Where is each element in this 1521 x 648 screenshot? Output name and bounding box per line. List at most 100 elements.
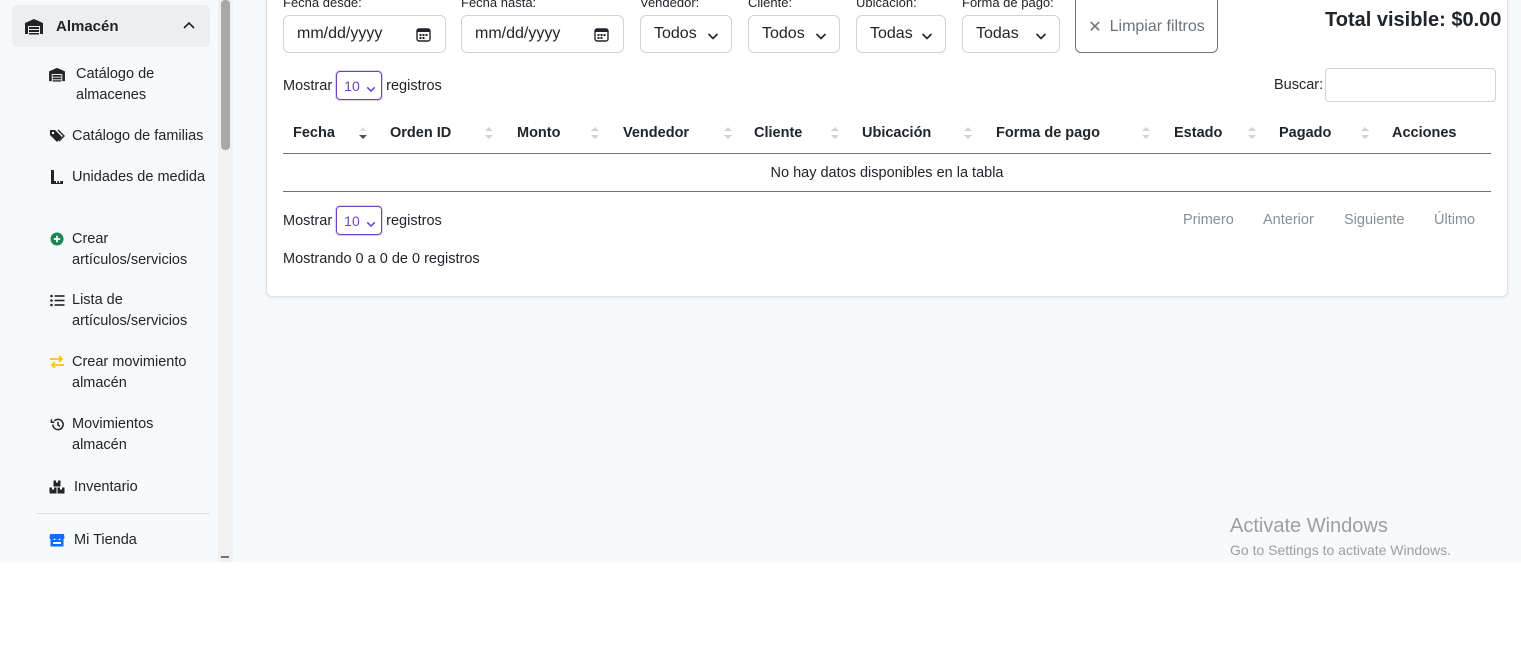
date-to-placeholder: mm/dd/yyyy — [475, 25, 561, 42]
chevron-down-icon — [366, 216, 376, 232]
sidebar-item-inventario[interactable]: Inventario — [48, 477, 208, 498]
sidebar-divider — [36, 513, 210, 514]
seller-label: Vendedor: — [640, 0, 700, 10]
arrows-exchange-icon — [48, 353, 66, 371]
total-visible: Total visible: $0.00 — [1325, 9, 1502, 31]
sort-icon — [591, 127, 599, 139]
chevron-down-icon — [707, 29, 719, 47]
table-search: Buscar: — [1274, 68, 1497, 102]
pagination-previous[interactable]: Anterior — [1263, 212, 1314, 228]
column-header-orden-id[interactable]: Orden ID — [390, 114, 451, 152]
column-header-estado[interactable]: Estado — [1174, 114, 1222, 152]
sidebar-item-catalogo-almacenes[interactable]: Catálogo de almacenes — [48, 64, 208, 106]
clear-filters-button[interactable]: ✕ Limpiar filtros — [1075, 0, 1218, 53]
client-select[interactable]: Todos — [748, 15, 840, 53]
pagination-next[interactable]: Siguiente — [1344, 212, 1404, 228]
chevron-down-icon — [1035, 29, 1047, 47]
sort-icon — [1361, 127, 1369, 139]
table-empty-row: No hay datos disponibles en la tabla — [283, 154, 1491, 192]
warehouse-icon — [24, 17, 44, 35]
sidebar-item-label: Inventario — [74, 479, 138, 495]
show-label: Mostrar — [283, 212, 333, 229]
payment-label: Forma de pago: — [962, 0, 1054, 10]
column-header-monto[interactable]: Monto — [517, 114, 560, 152]
column-header-acciones: Acciones — [1392, 125, 1457, 141]
sort-icon — [1248, 127, 1256, 139]
sidebar-item-label: Crear movimiento almacén — [72, 354, 187, 391]
watermark-subtitle: Go to Settings to activate Windows. — [1230, 542, 1451, 558]
chevron-down-icon — [815, 29, 827, 47]
sidebar-item-lista-articulos[interactable]: Lista de artículos/servicios — [48, 290, 208, 332]
sidebar-group-almacen[interactable]: Almacén — [12, 5, 210, 47]
sort-icon — [831, 127, 839, 139]
sidebar-item-crear-movimiento[interactable]: Crear movimiento almacén — [48, 352, 208, 394]
chevron-down-icon — [366, 81, 376, 97]
sidebar-item-mi-tienda[interactable]: Mi Tienda — [48, 530, 208, 551]
page-length-value: 10 — [344, 212, 360, 229]
sidebar-item-label: Catálogo de familias — [72, 128, 204, 144]
date-to-input[interactable]: mm/dd/yyyy — [461, 15, 624, 53]
column-header-ubicacion[interactable]: Ubicación — [862, 114, 931, 152]
search-label: Buscar: — [1274, 77, 1324, 93]
date-from-placeholder: mm/dd/yyyy — [297, 25, 383, 42]
calendar-icon[interactable] — [594, 27, 609, 47]
tags-icon — [48, 127, 66, 145]
location-value: Todas — [870, 25, 913, 42]
column-header-cliente[interactable]: Cliente — [754, 114, 802, 152]
store-icon — [48, 531, 66, 549]
history-icon — [48, 415, 66, 433]
calendar-icon[interactable] — [416, 27, 431, 47]
payment-value: Todas — [976, 25, 1019, 42]
location-select[interactable]: Todas — [856, 15, 946, 53]
date-from-input[interactable]: mm/dd/yyyy — [283, 15, 446, 53]
plus-circle-icon — [48, 230, 66, 248]
date-to-label: Fecha hasta: — [461, 0, 537, 10]
sort-icon — [1142, 127, 1150, 139]
column-header-forma-pago[interactable]: Forma de pago — [996, 114, 1100, 152]
page-length-select[interactable]: 10 — [336, 71, 383, 100]
column-header-fecha[interactable]: Fecha — [293, 114, 335, 152]
sidebar-item-unidades-medida[interactable]: Unidades de medida — [48, 167, 208, 188]
scroll-down-arrow-icon[interactable] — [221, 556, 229, 558]
page-length-control: Mostrar 10 registros — [283, 71, 442, 100]
boxes-icon — [48, 478, 66, 496]
seller-value: Todos — [654, 25, 697, 42]
sort-icon — [724, 127, 732, 139]
payment-select[interactable]: Todas — [962, 15, 1060, 53]
sidebar-item-movimientos[interactable]: Movimientos almacén — [48, 414, 208, 456]
sidebar-item-catalogo-familias[interactable]: Catálogo de familias — [48, 126, 208, 147]
sidebar-item-label: Catálogo de almacenes — [76, 66, 155, 103]
chevron-up-icon — [182, 18, 196, 32]
list-icon — [48, 291, 66, 309]
sidebar-item-label: Mi Tienda — [74, 532, 137, 548]
column-header-vendedor[interactable]: Vendedor — [623, 114, 689, 152]
show-label: Mostrar — [283, 77, 333, 94]
pagination-last[interactable]: Último — [1434, 212, 1475, 228]
records-label: registros — [386, 77, 442, 94]
sidebar-item-label: Crear artículos/servicios — [72, 231, 188, 268]
date-from-label: Fecha desde: — [283, 0, 362, 10]
sidebar-scrollbar-thumb[interactable] — [221, 0, 230, 150]
column-header-pagado[interactable]: Pagado — [1279, 114, 1331, 152]
sidebar-menu: Almacén Catálogo de almacenes Catálogo d… — [0, 0, 218, 562]
warehouse-icon — [48, 65, 66, 83]
sidebar-item-label: Movimientos almacén — [72, 416, 154, 453]
page-length-control-bottom: Mostrar 10 registros — [283, 206, 442, 235]
empty-message: No hay datos disponibles en la tabla — [770, 164, 1004, 181]
sidebar-item-label: Lista de artículos/servicios — [72, 292, 188, 329]
app-viewport: Almacén Catálogo de almacenes Catálogo d… — [0, 0, 1521, 562]
sidebar: Almacén Catálogo de almacenes Catálogo d… — [0, 0, 233, 562]
pagination-first[interactable]: Primero — [1183, 212, 1234, 228]
search-input[interactable] — [1325, 68, 1497, 102]
page-length-value: 10 — [344, 77, 360, 94]
sidebar-group-label: Almacén — [56, 17, 119, 35]
clear-filters-label: Limpiar filtros — [1109, 17, 1205, 35]
close-icon: ✕ — [1088, 18, 1102, 36]
ruler-icon — [48, 168, 66, 186]
sort-icon — [485, 127, 493, 139]
table-header: Fecha Orden ID Monto Vendedor Cliente Ub… — [283, 114, 1491, 154]
client-label: Cliente: — [748, 0, 793, 10]
seller-select[interactable]: Todos — [640, 15, 732, 53]
page-length-select[interactable]: 10 — [336, 206, 383, 235]
sidebar-item-crear-articulos[interactable]: Crear artículos/servicios — [48, 229, 208, 271]
